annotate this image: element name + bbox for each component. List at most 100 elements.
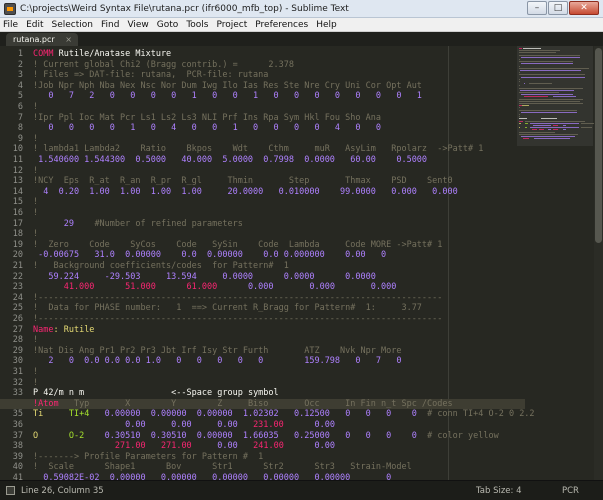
code-line[interactable]: COMM Rutile/Anatase Mixture xyxy=(33,49,171,60)
code-line[interactable]: ! xyxy=(33,166,38,177)
code-line[interactable]: 41.000 51.000 61.000 0.000 0.000 0.000 xyxy=(33,282,397,293)
code-line[interactable]: Ti TI+4 0.00000 0.00000 0.00000 1.02302 … xyxy=(33,409,535,420)
code-token: 2 0 0.0 0.0 0.0 1.0 0 0 0 0 0 159.798 0 … xyxy=(33,356,402,367)
menu-tools[interactable]: Tools xyxy=(186,20,208,30)
code-line[interactable]: 0.00 0.00 0.00 231.00 0.00 xyxy=(33,420,335,431)
minimap-line xyxy=(521,94,573,96)
code-line[interactable]: ! Current global Chi2 (Bragg contrib.) =… xyxy=(33,60,294,71)
code-line[interactable]: !NCY Eps R_at R_an R_pr R_gl Thmin Step … xyxy=(33,176,453,187)
minimap[interactable] xyxy=(517,46,598,480)
code-token: Name xyxy=(33,324,54,335)
code-line[interactable]: 59.224 -29.503 13.594 0.0000 0.0000 0.00… xyxy=(33,272,376,283)
code-line[interactable]: O O-2 0.30510 0.30510 0.00000 1.66035 0.… xyxy=(33,431,499,442)
minimap-line xyxy=(519,103,583,104)
line-number: 40 xyxy=(12,462,23,473)
menu-file[interactable]: File xyxy=(3,20,18,30)
minimap-line xyxy=(519,89,575,91)
code-line[interactable]: ! xyxy=(33,134,38,145)
code-line[interactable]: ! Zero Code SyCos Code SySin Code Lambda… xyxy=(33,240,442,251)
code-line[interactable]: 29 #Number of refined parameters xyxy=(33,219,243,230)
code-line[interactable]: ! Files => DAT-file: rutana, PCR-file: r… xyxy=(33,70,268,81)
line-number: 18 xyxy=(12,229,23,240)
minimap-line xyxy=(540,118,558,120)
minimap-line xyxy=(530,127,579,129)
code-line[interactable]: !Ipr Ppl Ioc Mat Pcr Ls1 Ls2 Ls3 NLI Prf… xyxy=(33,113,381,124)
code-token: 271.00 xyxy=(160,441,192,452)
menu-view[interactable]: View xyxy=(127,20,148,30)
code-line[interactable]: 2 0 0.0 0.0 0.0 1.0 0 0 0 0 0 159.798 0 … xyxy=(33,356,401,367)
close-button[interactable]: ✕ xyxy=(569,1,599,15)
code-line[interactable]: !Atom Typ X Y Z Biso Occ In Fin n_t Spc … xyxy=(0,398,525,410)
editor[interactable]: 1 2 3 4 5 6 7 8 9 10 11 12 13 14 15 16 17 18 19 20 21 22 23 24 2… xyxy=(0,46,603,480)
code-line[interactable]: ! xyxy=(33,102,38,113)
minimap-line xyxy=(519,67,589,69)
menu-goto[interactable]: Goto xyxy=(157,20,179,30)
panel-toggle-icon[interactable] xyxy=(6,486,15,495)
code-token: 0 7 2 0 0 0 0 1 0 0 1 0 0 0 0 0 0 0 1 xyxy=(33,91,422,102)
code-token: ! Scale Shape1 Bov Str1 Str2 Str3 Strain… xyxy=(33,462,412,473)
code-line[interactable]: ! xyxy=(33,208,38,219)
menu-project[interactable]: Project xyxy=(216,20,247,30)
code-line[interactable]: 4 0.20 1.00 1.00 1.00 1.00 20.0000 0.010… xyxy=(33,187,458,198)
tab-bar: rutana.pcr × xyxy=(0,32,603,46)
code-line[interactable]: !Job Npr Nph Nba Nex Nsc Nor Dum Iwg Ilo… xyxy=(33,81,422,92)
vertical-scrollbar[interactable] xyxy=(594,46,603,480)
minimize-button[interactable]: – xyxy=(527,1,547,15)
minimap-line xyxy=(530,122,579,124)
minimap-line xyxy=(552,96,576,98)
code-line[interactable]: 271.00 271.00 0.00 241.00 0.00 xyxy=(33,441,335,452)
code-token: !-------> Profile Parameters for Pattern… xyxy=(33,451,264,462)
code-line[interactable]: ! xyxy=(33,378,38,389)
menu-help[interactable]: Help xyxy=(316,20,337,30)
syntax-indicator[interactable]: PCR xyxy=(562,486,579,496)
menu-edit[interactable]: Edit xyxy=(26,20,43,30)
minimap-line xyxy=(525,120,585,122)
line-number: 38 xyxy=(12,441,23,452)
menu-selection[interactable]: Selection xyxy=(52,20,93,30)
code-line[interactable]: 0.59082E-02 0.00000 0.00000 0.00000 0.00… xyxy=(33,473,391,480)
tab-size-indicator[interactable]: Tab Size: 4 xyxy=(476,486,522,496)
code-token: ! xyxy=(33,367,39,377)
minimap-line xyxy=(519,118,527,120)
code-token: COMM xyxy=(33,49,59,59)
code-token: ! Background coefficients/codes for Patt… xyxy=(33,261,289,271)
code-line[interactable]: ! Background coefficients/codes for Patt… xyxy=(33,261,289,272)
line-number: 39 xyxy=(12,451,23,462)
code-line[interactable]: ! Data for PHASE number: 1 ==> Current R… xyxy=(33,303,422,314)
code-line[interactable]: ! xyxy=(33,197,38,208)
code-line[interactable]: -0.00675 31.0 0.00000 0.0 0.00000 0.0 0.… xyxy=(33,250,386,261)
code-token: ! xyxy=(33,208,39,218)
menu-preferences[interactable]: Preferences xyxy=(255,20,308,30)
code-token: !Job Npr Nph Nba Nex Nsc Nor Dum Iwg Ilo… xyxy=(33,80,422,91)
code-line[interactable]: 0 7 2 0 0 0 0 1 0 0 1 0 0 0 0 0 0 0 1 xyxy=(33,91,422,102)
minimap-line xyxy=(519,87,583,89)
code-line[interactable]: ! lambda1 Lambda2 Ratio Bkpos Wdt Cthm m… xyxy=(33,144,483,155)
code-area[interactable]: COMM Rutile/Anatase Mixture! Current glo… xyxy=(0,46,535,480)
code-line[interactable]: !---------------------------------------… xyxy=(33,314,442,325)
code-line[interactable]: ! xyxy=(33,367,38,378)
minimap-line xyxy=(519,92,559,93)
menu-find[interactable]: Find xyxy=(101,20,119,30)
code-line[interactable]: Name: Rutile xyxy=(33,325,94,336)
code-line[interactable]: ! xyxy=(33,335,38,346)
code-line[interactable]: ! Scale Shape1 Bov Str1 Str2 Str3 Strain… xyxy=(33,462,412,473)
code-token: 0.30510 0.30510 0.00000 1.66035 0.25000 … xyxy=(84,430,417,441)
maximize-button[interactable]: □ xyxy=(548,1,568,15)
code-line[interactable]: P 42/m n m <--Space group symbol xyxy=(33,388,279,399)
code-line[interactable]: !-------> Profile Parameters for Pattern… xyxy=(33,452,263,463)
tab-close-icon[interactable]: × xyxy=(65,35,72,44)
minimap-line xyxy=(519,81,520,82)
code-line[interactable]: !---------------------------------------… xyxy=(33,293,442,304)
code-line[interactable]: !Nat Dis Ang Pr1 Pr2 Pr3 Jbt Irf Isy Str… xyxy=(33,346,401,357)
code-line[interactable]: 1.540600 1.544300 0.5000 40.000 5.0000 0… xyxy=(33,155,427,166)
code-line[interactable]: 0 0 0 0 1 0 4 0 0 1 0 0 0 0 4 0 0 xyxy=(33,123,381,134)
minimap-line xyxy=(519,131,555,133)
tab-rutana-pcr[interactable]: rutana.pcr × xyxy=(6,33,78,46)
code-token: Ti xyxy=(33,409,44,420)
minimap-line xyxy=(563,125,567,126)
scrollbar-thumb[interactable] xyxy=(595,48,602,243)
code-line[interactable]: ! xyxy=(33,229,38,240)
code-token: ! xyxy=(33,102,39,112)
menu-bar: File Edit Selection Find View Goto Tools… xyxy=(0,18,603,32)
